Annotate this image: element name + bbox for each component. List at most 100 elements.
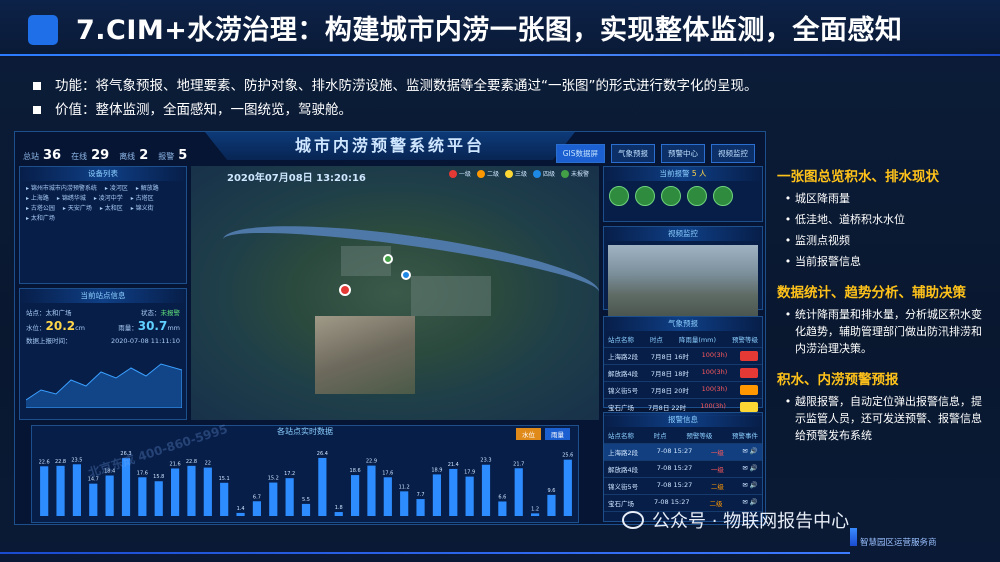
device-item[interactable]: ▸ 天安广场 (63, 204, 92, 214)
bar (498, 501, 507, 516)
panel-title: 视频监控 (604, 227, 762, 241)
tab-weather[interactable]: 气象预报 (611, 144, 655, 163)
device-item[interactable]: ▸ 古塔区 (131, 194, 154, 204)
stat-online: 在线 29 (71, 148, 110, 163)
bar-value-label: 22.9 (366, 459, 377, 465)
bar (203, 467, 212, 516)
bar-value-label: 22.6 (39, 459, 50, 465)
bar-value-label: 17.6 (137, 470, 148, 476)
stat-total: 总站 36 (23, 148, 62, 163)
bullet-function: 功能：将气象预报、地理要素、防护对象、排水防涝设施、监测数据等全要素通过“一张图… (33, 74, 758, 98)
alarm-row[interactable]: 上海路2段 7-08 15:27 一级 ✉ 🔊 (604, 444, 762, 461)
forecast-row: 上海路2段 7月8日 16时 100(3h) (604, 348, 762, 365)
device-item[interactable]: ▸ 锦州市城市内涝预警系统 (26, 184, 97, 194)
list-item: • 监测点视频 (784, 234, 850, 247)
bar-value-label: 6.7 (253, 494, 261, 500)
map-popup-photo (315, 316, 415, 394)
station-icon[interactable] (713, 186, 733, 206)
station-icon[interactable] (661, 186, 681, 206)
bar (301, 503, 311, 516)
bar (89, 483, 98, 516)
bar (252, 501, 261, 516)
list-item: • 统计降雨量和排水量，分析城区积水变化趋势，辅助管理部门做出防汛排涝和内涝治理决… (784, 308, 982, 355)
bar-value-label: 15.8 (153, 474, 164, 480)
station-time: 2020-07-08 11:11:10 (110, 337, 180, 345)
alarm-row[interactable]: 解放路4段 7-08 15:27 一级 ✉ 🔊 (604, 461, 762, 478)
alarm-row[interactable]: 锦义街5号 7-08 15:27 二级 ✉ 🔊 (604, 478, 762, 495)
bar-value-label: 23.5 (71, 457, 82, 463)
alarm-legend: 一级 二级 三级 四级 未报警 (448, 169, 589, 178)
forecast-row: 锦义街5号 7月8日 20时 100(3h) (604, 382, 762, 399)
device-item[interactable]: ▸ 上海路 (26, 194, 49, 204)
forecast-header: 站点名称 时点 降雨量(mm) 预警等级 (604, 331, 762, 348)
gis-map[interactable]: 2020年07月08日 13:20:16 一级 二级 三级 四级 未报警 (191, 166, 604, 420)
panel-title: 设备列表 (20, 167, 186, 181)
bar (400, 491, 409, 516)
list-item: • 越限报警，自动定位弹出报警信息，提示监管人员，还可发送预警、报警信息给预警发布… (784, 395, 982, 442)
bar (72, 464, 81, 516)
bar-value-label: 9.6 (547, 488, 555, 494)
bar-value-label: 17.6 (382, 470, 393, 476)
bar-value-label: 21.6 (170, 461, 181, 467)
device-item[interactable]: ▸ 太和广场 (26, 214, 55, 224)
device-item[interactable]: ▸ 锦义街 (131, 204, 154, 214)
station-stats: 总站 36 在线 29 离线 2 报警 5 (23, 148, 187, 163)
bar (154, 481, 163, 516)
current-alarm-panel: 当前报警 5 人 (603, 166, 763, 222)
bar-value-label: 18.6 (350, 468, 361, 474)
bullet-square-icon (33, 106, 41, 114)
city-block (411, 276, 491, 316)
dashboard-screenshot: 城市内涝预警系统平台 总站 36 在线 29 离线 2 报警 5 GIS数据屏 气象预报… (14, 131, 766, 525)
alarm-header: 站点名称 时点 预警等级 预警事件 (604, 427, 762, 444)
bar-value-label: 15.1 (219, 476, 230, 482)
device-item[interactable]: ▸ 太和区 (100, 204, 123, 214)
forecast-row: 解放路4段 7月8日 18时 100(3h) (604, 365, 762, 382)
bar-value-label: 18.9 (431, 467, 442, 473)
video-panel: 视频监控 (603, 226, 763, 317)
section-analysis-heading: 数据统计、趋势分析、辅助决策 (777, 285, 966, 301)
bar (285, 478, 294, 516)
device-item[interactable]: ▸ 解放路 (136, 184, 159, 194)
bar (416, 499, 425, 516)
tab-gis[interactable]: GIS数据屏 (555, 144, 605, 163)
device-item[interactable]: ▸ 锦绣华城 (57, 194, 86, 204)
feature-list: 一张图总览积水、排水现状 • 城区降雨量 • 低洼地、道桥积水水位 • 监测点视频 •… (777, 168, 987, 444)
device-item[interactable]: ▸ 凌河中学 (94, 194, 123, 204)
title-marker-icon (28, 15, 58, 45)
station-icon[interactable] (635, 186, 655, 206)
bullet-text: 价值：整体监测，全面感知，一图统览，驾驶舱。 (55, 102, 352, 118)
bar-value-label: 15.2 (268, 476, 279, 482)
bar-chart: 22.6 22.8 23.514.718.426.317.615.821.6 22.8… (39, 451, 573, 516)
station-icon[interactable] (687, 186, 707, 206)
wechat-text: 公众号 · 物联网报告中心 (652, 511, 850, 532)
list-item: • 低洼地、道桥积水水位 (784, 213, 905, 226)
dashboard-title: 城市内涝预警系统平台 (205, 132, 575, 160)
list-item: • 当前报警信息 (784, 255, 861, 268)
tab-alarm-center[interactable]: 预警中心 (661, 144, 705, 163)
wechat-icon (622, 511, 644, 529)
legend-level2: 二级 (476, 169, 499, 178)
device-tree: ▸ 锦州市城市内涝预警系统 ▸ 凌河区 ▸ 解放路 ▸ 上海路 ▸ 锦绣华城 ▸ 凌河中学… (20, 181, 186, 227)
alarm-marker-icon[interactable] (339, 284, 351, 296)
bullet-square-icon (33, 82, 41, 90)
panel-title: 当前站点信息 (20, 289, 186, 303)
title-divider (0, 54, 1000, 56)
station-marker-icon[interactable] (383, 254, 393, 264)
tab-video[interactable]: 视频监控 (711, 144, 755, 163)
alarm-station-icons (604, 181, 762, 211)
bar (481, 464, 491, 516)
stat-alarm: 报警 5 (158, 148, 188, 163)
device-item[interactable]: ▸ 凌河区 (105, 184, 128, 194)
video-feed[interactable] (608, 245, 758, 317)
bar (514, 468, 523, 516)
device-item[interactable]: ▸ 古塔公园 (26, 204, 55, 214)
forecast-panel: 气象预报 站点名称 时点 降雨量(mm) 预警等级 上海路2段 7月8日 16时 100(… (603, 316, 763, 416)
station-marker-icon[interactable] (401, 270, 411, 280)
bar-value-label: 5.5 (302, 497, 310, 503)
bar-value-label: 26.4 (317, 451, 328, 457)
bar (56, 465, 65, 516)
station-icon[interactable] (609, 186, 629, 206)
bar (269, 482, 278, 516)
station-water: 20.2 (45, 319, 76, 333)
bar (220, 482, 229, 516)
